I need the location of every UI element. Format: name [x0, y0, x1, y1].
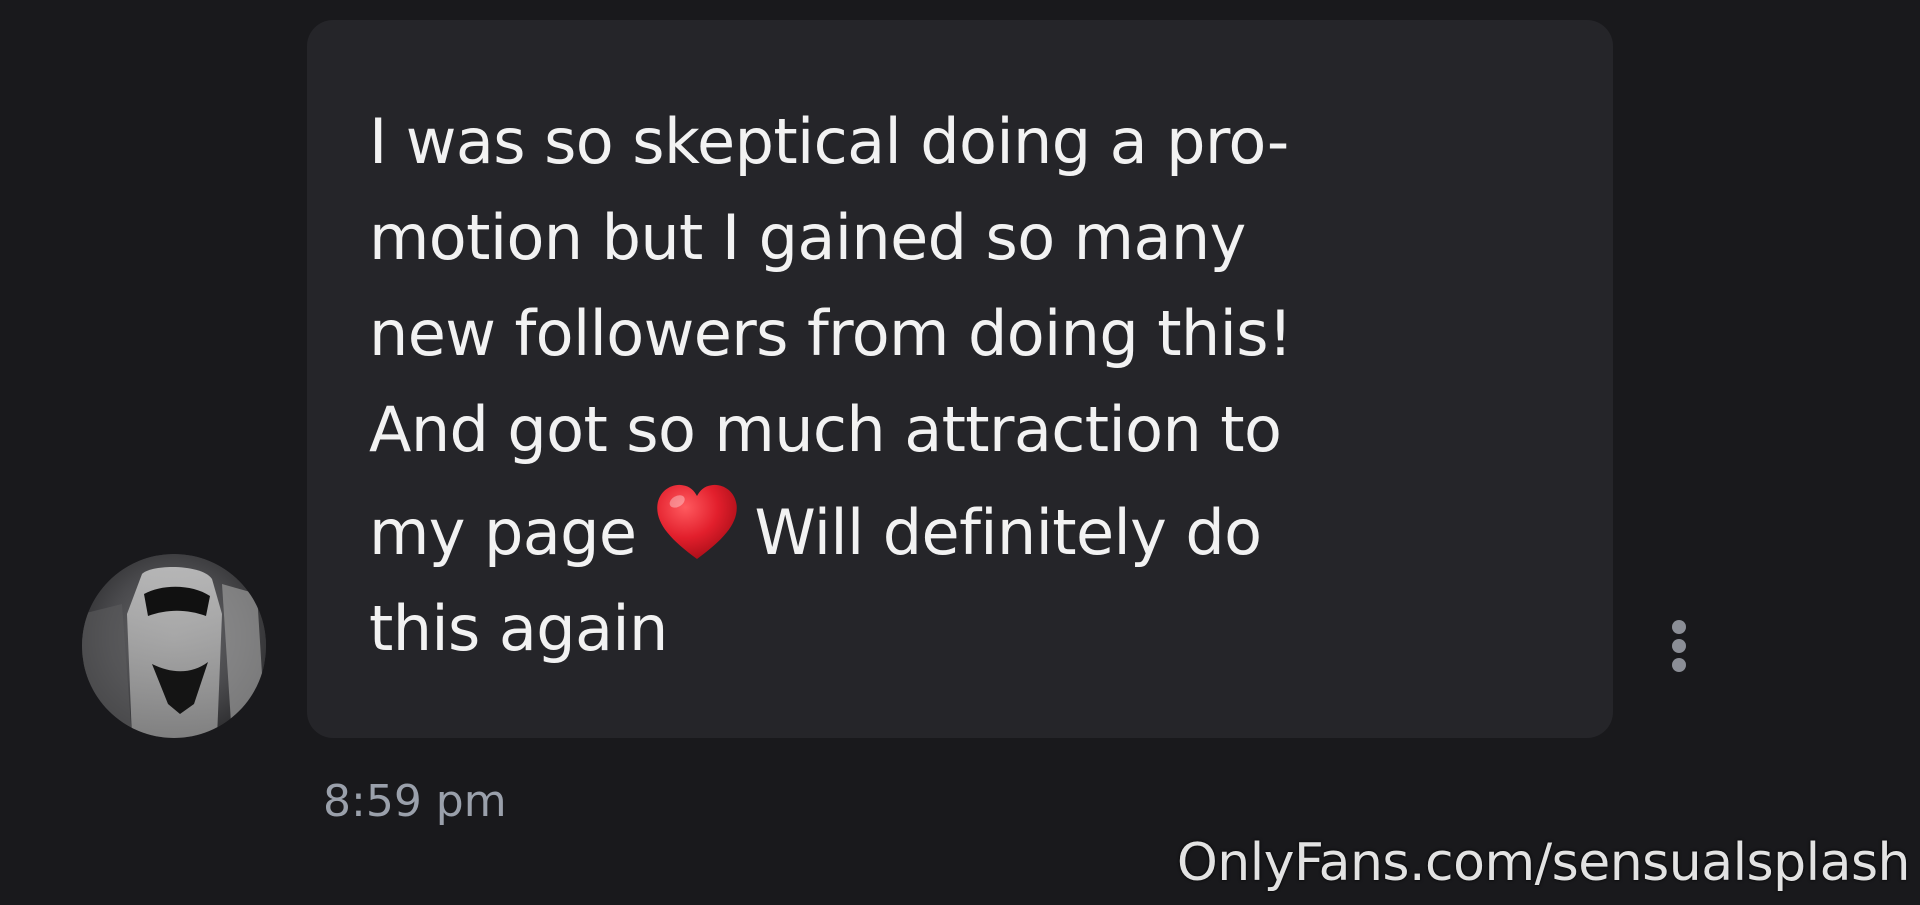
more-options-button[interactable] — [1658, 616, 1702, 676]
message-timestamp: 8:59 pm — [323, 776, 507, 827]
more-vertical-icon-dot — [1672, 620, 1686, 634]
red-heart-emoji-icon — [652, 478, 742, 568]
user-avatar-photo — [82, 554, 266, 738]
avatar[interactable] — [82, 554, 266, 738]
more-vertical-icon-dot — [1672, 658, 1686, 672]
message-bubble[interactable]: I was so skeptical doing a pro- motion b… — [307, 20, 1613, 738]
watermark: OnlyFans.com/sensualsplash — [1176, 833, 1911, 893]
message-text: I was so skeptical doing a pro- motion b… — [369, 94, 1553, 677]
more-vertical-icon-dot — [1672, 639, 1686, 653]
